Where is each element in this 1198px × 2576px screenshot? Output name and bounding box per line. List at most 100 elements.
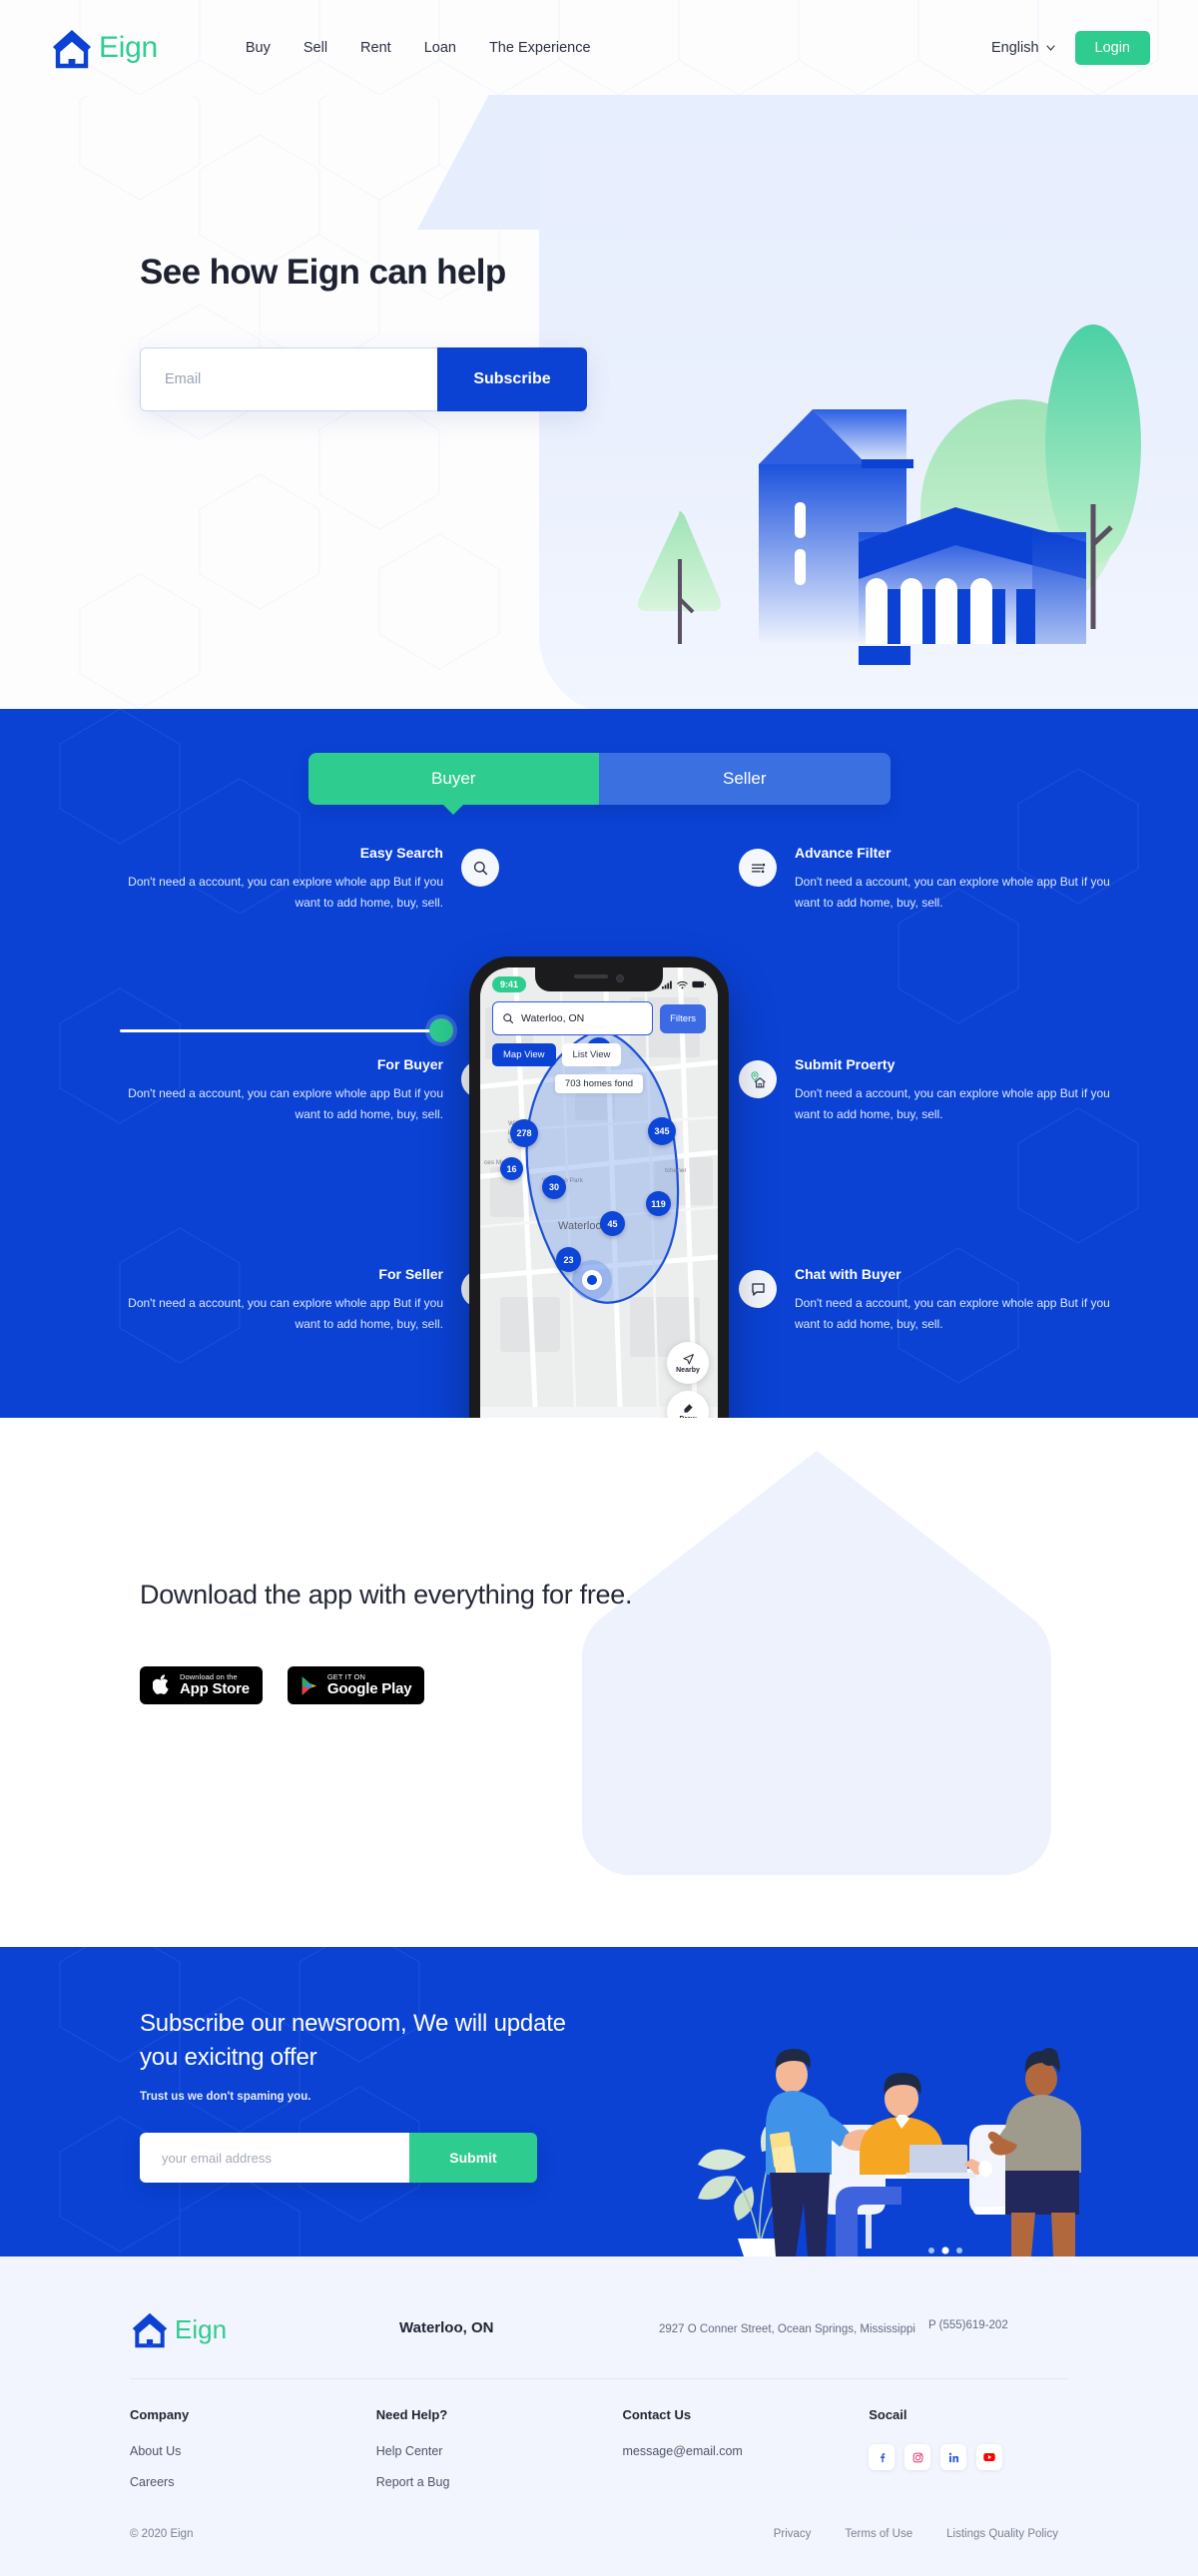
feature-title: Advance Filter: [795, 845, 892, 861]
nav-item-rent[interactable]: Rent: [360, 40, 391, 56]
map-pin-home-icon[interactable]: [739, 1060, 777, 1098]
download-title: Download the app with everything for fre…: [140, 1580, 633, 1610]
newsletter-section: Subscribe our newsroom, We will update y…: [0, 1947, 1198, 2256]
feature-title: Chat with Buyer: [795, 1266, 901, 1282]
site-logo[interactable]: Eign: [50, 27, 158, 69]
newsletter-bottom-notch: [539, 2251, 659, 2256]
social-links: [869, 2444, 1058, 2470]
store-badges: Download on the App Store GET IT ON Goog…: [140, 1666, 1198, 1705]
footer-link-about-us[interactable]: About Us: [130, 2444, 376, 2458]
feature-description: Don't need a account, you can explore wh…: [128, 1086, 443, 1121]
tab-map-view[interactable]: Map View: [492, 1043, 556, 1066]
phone-filters-button[interactable]: Filters: [660, 1003, 706, 1033]
phone-search-area: Waterloo, ON Filters Map View List View …: [480, 1001, 718, 1093]
chat-bubble-glyph: [751, 1282, 765, 1296]
nav-item-the-experience[interactable]: The Experience: [489, 40, 591, 56]
svg-text:Univ.: Univ.: [508, 1138, 523, 1145]
linkedin-icon[interactable]: [940, 2444, 967, 2470]
footer-link-privacy[interactable]: Privacy: [774, 2528, 812, 2540]
login-button[interactable]: Login: [1074, 30, 1150, 65]
draw-button[interactable]: Draw: [667, 1391, 709, 1418]
svg-text:Wilfrid: Wilfrid: [508, 1120, 526, 1127]
google-play-badge[interactable]: GET IT ON Google Play: [287, 1666, 425, 1705]
instagram-glyph: [912, 2452, 923, 2462]
footer-city: Waterloo, ON: [399, 2319, 494, 2336]
site-header: Eign Buy Sell Rent Loan The Experience E…: [0, 0, 1198, 95]
carousel-dots: [928, 2247, 962, 2254]
facebook-icon[interactable]: [869, 2444, 896, 2470]
search-glyph: [473, 861, 487, 875]
footer-link-report-a-bug[interactable]: Report a Bug: [376, 2475, 623, 2489]
eign-house-logo-icon: [53, 29, 91, 68]
newsletter-submit-button[interactable]: Submit: [409, 2133, 537, 2184]
feature-submit-property: Submit Proerty Don't need a account, you…: [739, 1056, 1118, 1125]
instagram-icon[interactable]: [904, 2444, 931, 2470]
filter-glyph: [751, 863, 765, 873]
status-time: 9:41: [492, 976, 527, 992]
wifi-icon: [677, 980, 688, 988]
phone-search-value: Waterloo, ON: [521, 1012, 585, 1024]
landing-page: Eign Buy Sell Rent Loan The Experience E…: [0, 0, 1198, 2576]
download-section: Download the app with everything for fre…: [0, 1418, 1198, 1947]
footer-top-row: Eign Waterloo, ON 2927 O Conner Street, …: [0, 2310, 1198, 2348]
footer-link-help-center[interactable]: Help Center: [376, 2444, 623, 2458]
svg-text:Waterloo Park: Waterloo Park: [542, 1177, 584, 1184]
feature-description: Don't need a account, you can explore wh…: [795, 1296, 1110, 1331]
newsletter-form: Submit: [140, 2133, 537, 2184]
apple-icon: [153, 1674, 169, 1695]
footer-link-terms-of-use[interactable]: Terms of Use: [845, 2528, 912, 2540]
footer-link-email[interactable]: message@email.com: [622, 2444, 869, 2458]
facebook-glyph: [880, 2452, 886, 2462]
footer-link-careers[interactable]: Careers: [130, 2475, 376, 2489]
footer-column-social: Socail: [869, 2407, 1058, 2470]
app-store-text: Download on the App Store: [180, 1673, 250, 1697]
draw-label: Draw: [679, 1416, 696, 1419]
results-count-badge: 703 homes fond: [554, 1074, 644, 1093]
toggle-option-buyer[interactable]: Buyer: [307, 753, 599, 805]
status-indicators: [662, 980, 706, 989]
footer-column-head: Contact Us: [622, 2407, 692, 2422]
feature-for-seller: For Seller Don't need a account, you can…: [120, 1266, 499, 1335]
footer-link-listings-policy[interactable]: Listings Quality Policy: [946, 2528, 1058, 2540]
svg-text:Laurier: Laurier: [508, 1129, 529, 1136]
progress-handle[interactable]: [429, 1018, 453, 1042]
filter-icon[interactable]: [739, 849, 777, 887]
tab-list-view[interactable]: List View: [561, 1043, 622, 1066]
phone-location-search-input[interactable]: Waterloo, ON: [492, 1001, 654, 1035]
feature-description: Don't need a account, you can explore wh…: [795, 875, 1110, 910]
eign-house-logo-icon: [132, 2312, 168, 2348]
nearby-button[interactable]: Nearby: [667, 1342, 709, 1384]
nav-item-sell[interactable]: Sell: [303, 40, 327, 56]
feature-chat-with-buyer: Chat with Buyer Don't need a account, yo…: [739, 1266, 1118, 1335]
language-selector[interactable]: English: [991, 40, 1055, 56]
features-section: Buyer Seller Easy Search Don't need a ac…: [0, 709, 1198, 1418]
hero-email-input[interactable]: [140, 347, 437, 412]
progress-track[interactable]: [120, 1029, 441, 1032]
phone-screen: Wilfrid Laurier Univ. ces Museum Waterlo…: [480, 967, 718, 1418]
nav-item-buy[interactable]: Buy: [246, 40, 271, 56]
footer-logo-wordmark: Eign: [175, 2313, 228, 2344]
footer-logo[interactable]: Eign: [130, 2310, 399, 2348]
phone-view-tabs: Map View List View: [492, 1043, 706, 1066]
cellular-signal-icon: [662, 980, 672, 988]
features-grid: Easy Search Don't need a account, you ca…: [0, 845, 1198, 1418]
header-actions: English Login: [991, 30, 1150, 65]
toggle-option-seller[interactable]: Seller: [599, 753, 891, 805]
hero-subscribe-button[interactable]: Subscribe: [437, 347, 587, 412]
google-play-big: Google Play: [326, 1680, 412, 1698]
nearby-label: Nearby: [676, 1366, 700, 1374]
footer-column-need-help: Need Help? Help Center Report a Bug: [376, 2407, 623, 2506]
newsletter-email-input[interactable]: [140, 2133, 409, 2184]
svg-text:ces Museum: ces Museum: [484, 1159, 521, 1166]
app-store-badge[interactable]: Download on the App Store: [140, 1666, 263, 1705]
search-icon[interactable]: [461, 849, 499, 887]
main-nav: Buy Sell Rent Loan The Experience: [246, 40, 591, 56]
footer-column-head: Socail: [869, 2407, 907, 2422]
youtube-glyph: [983, 2452, 995, 2462]
feature-title: For Buyer: [376, 1056, 443, 1072]
nav-item-loan[interactable]: Loan: [424, 40, 456, 56]
chat-bubble-icon[interactable]: [739, 1270, 777, 1308]
youtube-icon[interactable]: [976, 2444, 1003, 2470]
feature-easy-search: Easy Search Don't need a account, you ca…: [120, 845, 499, 914]
buyer-seller-toggle: Buyer Seller: [307, 753, 891, 805]
